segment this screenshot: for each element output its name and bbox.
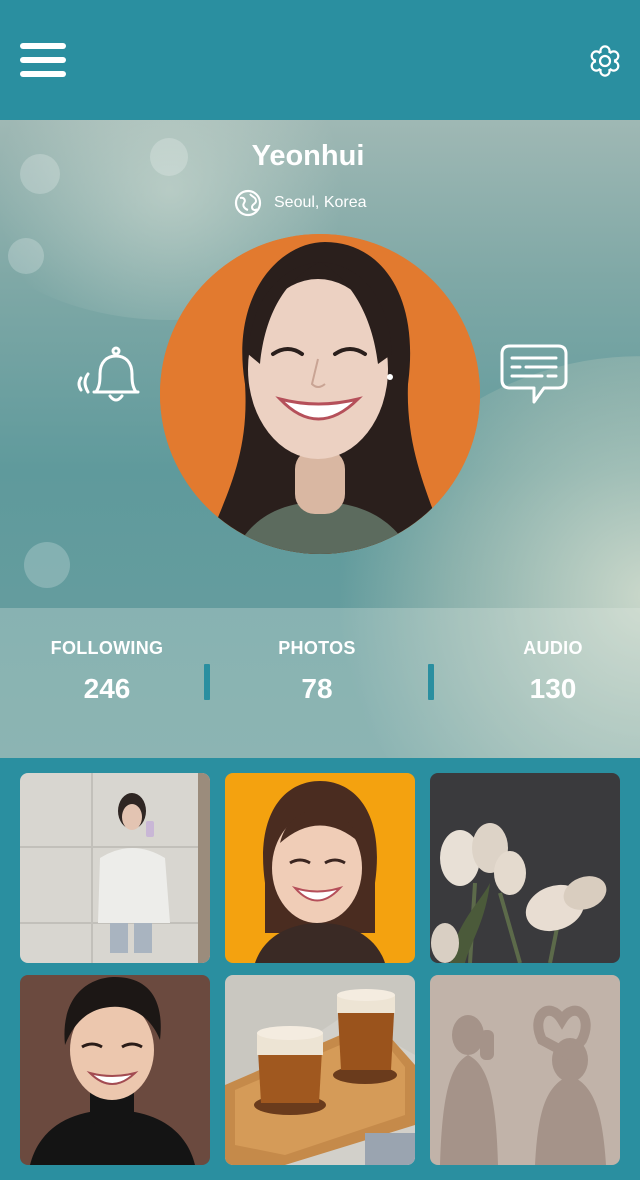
- stats-bar: FOLLOWING 246 PHOTOS 78 AUDIO 130: [0, 608, 640, 758]
- avatar[interactable]: [160, 234, 480, 554]
- photo-tile[interactable]: [20, 773, 210, 963]
- stats-divider: [204, 664, 210, 700]
- bell-icon[interactable]: [74, 344, 144, 408]
- chat-bubble-icon[interactable]: [498, 342, 570, 408]
- stat-following[interactable]: FOLLOWING 246: [7, 638, 207, 705]
- stat-value: 246: [83, 673, 131, 704]
- photo-grid: [0, 758, 640, 1180]
- profile-name: Yeonhui: [251, 140, 365, 172]
- photo-tile[interactable]: [225, 773, 415, 963]
- photo-tile[interactable]: [225, 975, 415, 1165]
- top-app-bar: [0, 0, 640, 120]
- hamburger-menu-icon[interactable]: [20, 43, 66, 77]
- stat-photos[interactable]: PHOTOS 78: [217, 638, 417, 705]
- photo-tile[interactable]: [430, 773, 620, 963]
- stat-label: AUDIO: [523, 638, 583, 658]
- stat-label: PHOTOS: [278, 638, 356, 658]
- stat-audio[interactable]: AUDIO 130: [453, 638, 640, 705]
- profile-location: Seoul, Korea: [234, 188, 367, 218]
- photo-tile[interactable]: [430, 975, 620, 1165]
- globe-icon: [234, 189, 262, 217]
- photo-tile[interactable]: [20, 975, 210, 1165]
- location-text: Seoul, Korea: [274, 194, 367, 211]
- stat-label: FOLLOWING: [50, 638, 164, 658]
- gear-icon[interactable]: [588, 44, 622, 78]
- stat-value: 78: [301, 673, 333, 704]
- stats-divider: [428, 664, 434, 700]
- stat-value: 130: [529, 673, 577, 704]
